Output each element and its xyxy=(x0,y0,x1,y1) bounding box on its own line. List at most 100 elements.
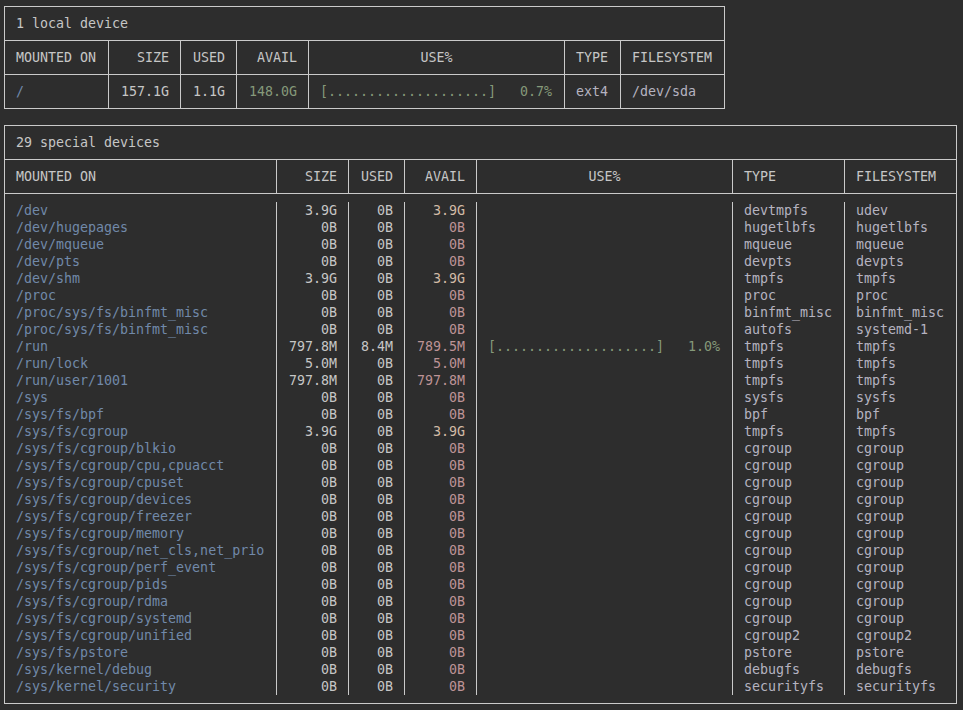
avail-cell: 0B xyxy=(405,525,477,542)
filesystem-cell: udev xyxy=(845,202,956,219)
device-row: /sys/fs/cgroup/freezer0B0B0Bcgroupcgroup xyxy=(5,508,956,525)
avail-cell: 3.9G xyxy=(405,270,477,287)
size-cell: 0B xyxy=(277,678,349,695)
size-cell: 5.0M xyxy=(277,355,349,372)
used-cell: 0B xyxy=(349,525,405,542)
size-cell: 3.9G xyxy=(277,202,349,219)
mount-cell: /sys/fs/cgroup/systemd xyxy=(5,610,277,627)
type-cell: cgroup2 xyxy=(733,627,845,644)
avail-cell: 0B xyxy=(405,389,477,406)
size-cell: 0B xyxy=(277,321,349,338)
avail-cell: 0B xyxy=(405,253,477,270)
avail-cell: 0B xyxy=(405,491,477,508)
column-header-used: USED xyxy=(181,41,237,75)
use-percent-cell: [....................]0.7% xyxy=(309,75,565,108)
type-cell: cgroup xyxy=(733,491,845,508)
used-cell: 0B xyxy=(349,457,405,474)
used-cell: 0B xyxy=(349,389,405,406)
type-cell: cgroup xyxy=(733,593,845,610)
size-cell: 0B xyxy=(277,542,349,559)
used-cell: 0B xyxy=(349,627,405,644)
mount-cell: /dev/hugepages xyxy=(5,219,277,236)
size-cell: 0B xyxy=(277,457,349,474)
device-row: /dev/hugepages0B0B0Bhugetlbfshugetlbfs xyxy=(5,219,956,236)
mount-cell: /sys/fs/cgroup/net_cls,net_prio xyxy=(5,542,277,559)
mount-cell: /sys/fs/cgroup/perf_event xyxy=(5,559,277,576)
column-header-avail: AVAIL xyxy=(237,41,309,75)
device-row: /sys/fs/cgroup/devices0B0B0Bcgroupcgroup xyxy=(5,491,956,508)
filesystem-cell: pstore xyxy=(845,644,956,661)
use-percent-cell xyxy=(477,406,733,423)
mount-cell: /proc/sys/fs/binfmt_misc xyxy=(5,304,277,321)
avail-cell: 0B xyxy=(405,219,477,236)
avail-cell: 0B xyxy=(405,576,477,593)
column-header-filesystem: FILESYSTEM xyxy=(621,41,724,75)
used-cell: 0B xyxy=(349,474,405,491)
device-row: /sys/fs/cgroup/unified0B0B0Bcgroup2cgrou… xyxy=(5,627,956,644)
device-row: /dev/shm3.9G0B3.9Gtmpfstmpfs xyxy=(5,270,956,287)
column-header-size: SIZE xyxy=(277,160,349,194)
type-cell: cgroup xyxy=(733,474,845,491)
filesystem-cell: cgroup xyxy=(845,559,956,576)
size-cell: 0B xyxy=(277,525,349,542)
use-percent-cell xyxy=(477,355,733,372)
size-cell: 0B xyxy=(277,236,349,253)
type-cell: pstore xyxy=(733,644,845,661)
size-cell: 0B xyxy=(277,610,349,627)
special-devices-body: /dev3.9G0B3.9Gdevtmpfsudev/dev/hugepages… xyxy=(5,194,956,695)
avail-cell: 3.9G xyxy=(405,202,477,219)
size-cell: 0B xyxy=(277,593,349,610)
used-cell: 0B xyxy=(349,406,405,423)
size-cell: 0B xyxy=(277,474,349,491)
size-cell: 3.9G xyxy=(277,270,349,287)
filesystem-cell: tmpfs xyxy=(845,372,956,389)
filesystem-cell: /dev/sda xyxy=(621,75,724,108)
usage-percent: 1.0% xyxy=(688,338,720,355)
avail-cell: 0B xyxy=(405,644,477,661)
type-cell: tmpfs xyxy=(733,372,845,389)
device-row: /run/lock5.0M0B5.0Mtmpfstmpfs xyxy=(5,355,956,372)
use-percent-cell xyxy=(477,508,733,525)
avail-cell: 0B xyxy=(405,304,477,321)
avail-cell: 0B xyxy=(405,406,477,423)
filesystem-cell: cgroup xyxy=(845,474,956,491)
size-cell: 0B xyxy=(277,644,349,661)
filesystem-cell: tmpfs xyxy=(845,355,956,372)
type-cell: cgroup xyxy=(733,508,845,525)
use-percent-cell xyxy=(477,559,733,576)
filesystem-cell: cgroup xyxy=(845,610,956,627)
use-percent-cell xyxy=(477,236,733,253)
mount-cell: /run/user/1001 xyxy=(5,372,277,389)
local-devices-title: 1 local device xyxy=(5,7,724,41)
use-percent-cell xyxy=(477,457,733,474)
filesystem-cell: cgroup xyxy=(845,542,956,559)
device-row: /sys/fs/cgroup3.9G0B3.9Gtmpfstmpfs xyxy=(5,423,956,440)
column-header-size: SIZE xyxy=(109,41,181,75)
use-percent-cell xyxy=(477,593,733,610)
avail-cell: 5.0M xyxy=(405,355,477,372)
filesystem-cell: systemd-1 xyxy=(845,321,956,338)
filesystem-cell: tmpfs xyxy=(845,423,956,440)
device-row: /sys/kernel/debug0B0B0Bdebugfsdebugfs xyxy=(5,661,956,678)
filesystem-cell: tmpfs xyxy=(845,338,956,355)
special-devices-title: 29 special devices xyxy=(5,126,956,160)
device-row: /run797.8M8.4M789.5M[...................… xyxy=(5,338,956,355)
used-cell: 0B xyxy=(349,270,405,287)
usage-percent: 0.7% xyxy=(520,83,552,100)
avail-cell: 0B xyxy=(405,287,477,304)
avail-cell: 0B xyxy=(405,440,477,457)
filesystem-cell: mqueue xyxy=(845,236,956,253)
use-percent-cell xyxy=(477,253,733,270)
use-percent-cell: [....................]1.0% xyxy=(477,338,733,355)
type-cell: devtmpfs xyxy=(733,202,845,219)
size-cell: 3.9G xyxy=(277,423,349,440)
avail-cell: 0B xyxy=(405,678,477,695)
avail-cell: 0B xyxy=(405,559,477,576)
device-row: /sys/fs/cgroup/pids0B0B0Bcgroupcgroup xyxy=(5,576,956,593)
use-percent-cell xyxy=(477,321,733,338)
used-cell: 0B xyxy=(349,610,405,627)
use-percent-cell xyxy=(477,440,733,457)
size-cell: 0B xyxy=(277,389,349,406)
type-cell: binfmt_misc xyxy=(733,304,845,321)
used-cell: 0B xyxy=(349,355,405,372)
